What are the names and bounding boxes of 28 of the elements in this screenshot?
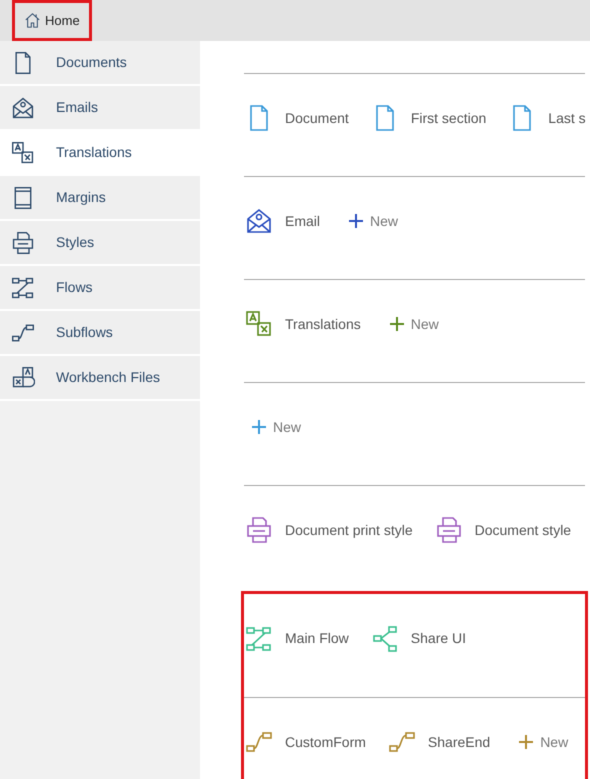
translation-icon	[11, 140, 35, 164]
item-link[interactable]: Document style	[434, 516, 572, 544]
branch-icon	[370, 624, 399, 652]
new-button[interactable]: New	[348, 210, 398, 232]
item-link[interactable]: First section	[370, 104, 486, 132]
home-icon	[24, 12, 41, 29]
item-link[interactable]: Share UI	[370, 624, 466, 652]
printer-icon	[434, 516, 463, 544]
item-link[interactable]: Translations	[245, 310, 361, 338]
sidebar-item[interactable]: Translations	[0, 131, 200, 176]
files-icon	[11, 366, 35, 390]
new-button[interactable]: New	[251, 416, 302, 438]
item-link[interactable]: Document	[245, 104, 349, 132]
item-link[interactable]: CustomForm	[245, 728, 366, 756]
envelope-icon	[11, 96, 35, 120]
printer-icon	[11, 230, 35, 254]
item-link[interactable]: Last s	[508, 104, 586, 132]
new-button[interactable]: New	[388, 314, 439, 334]
new-button[interactable]: New	[518, 732, 568, 752]
home-button[interactable]: Home	[12, 0, 92, 41]
item-link[interactable]: Email	[245, 207, 320, 235]
item-link[interactable]: ShareEnd	[388, 728, 490, 756]
flow-icon	[11, 276, 35, 300]
item-link[interactable]: Main Flow	[245, 624, 349, 652]
plus-icon	[388, 316, 405, 332]
plus-icon	[348, 213, 364, 229]
plus-icon	[518, 734, 534, 750]
item-link[interactable]: Document print style	[245, 516, 413, 544]
